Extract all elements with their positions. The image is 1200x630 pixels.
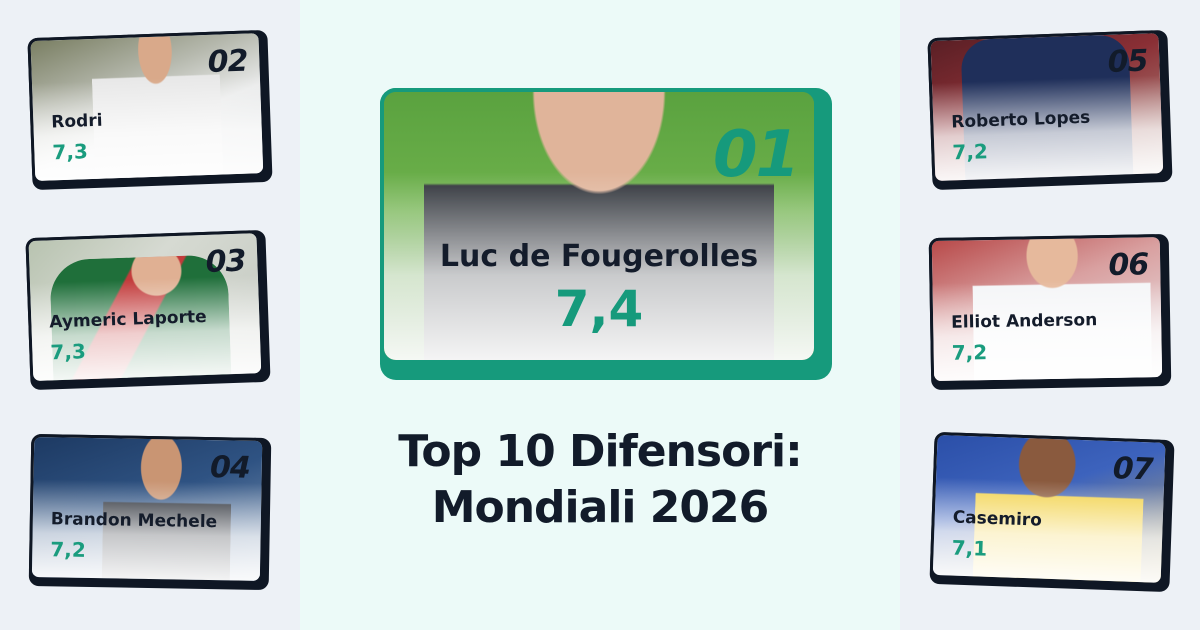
title-line-1: Top 10 Difensori: <box>398 426 802 477</box>
rank-number: 05 <box>1107 43 1148 80</box>
title-line-2: Mondiali 2026 <box>431 482 770 533</box>
page-title: Top 10 Difensori: Mondiali 2026 <box>300 424 900 536</box>
player-card-03[interactable]: 03 Aymeric Laporte 7,3 <box>25 229 271 391</box>
player-card-07[interactable]: 07 Casemiro 7,1 <box>929 431 1175 593</box>
player-score: 7,3 <box>52 139 89 165</box>
player-name: Casemiro <box>952 507 1043 531</box>
rank-number: 03 <box>205 243 246 280</box>
rank-number: 07 <box>1112 451 1154 488</box>
rank-number: 06 <box>1108 247 1149 283</box>
featured-player-score: 7,4 <box>554 280 644 338</box>
player-card-05[interactable]: 05 Roberto Lopes 7,2 <box>927 29 1173 191</box>
player-score: 7,2 <box>951 340 988 365</box>
featured-rank-number: 01 <box>712 118 800 192</box>
player-card-04[interactable]: 04 Brandon Mechele 7,2 <box>28 433 272 591</box>
player-name: Elliot Anderson <box>950 310 1098 333</box>
featured-player-name: Luc de Fougerolles <box>439 239 759 274</box>
featured-player-card[interactable]: 01 Luc de Fougerolles 7,4 <box>380 88 832 380</box>
player-card-06[interactable]: 06 Elliot Anderson 7,2 <box>928 233 1172 391</box>
player-score: 7,2 <box>952 139 989 165</box>
player-card-02[interactable]: 02 Rodri 7,3 <box>27 29 273 191</box>
player-score: 7,2 <box>50 537 86 562</box>
player-score: 7,3 <box>50 339 87 365</box>
player-name: Rodri <box>51 110 103 133</box>
rank-number: 02 <box>207 43 248 80</box>
player-name: Brandon Mechele <box>50 509 218 533</box>
rank-number: 04 <box>209 450 251 486</box>
player-score: 7,1 <box>951 535 988 561</box>
